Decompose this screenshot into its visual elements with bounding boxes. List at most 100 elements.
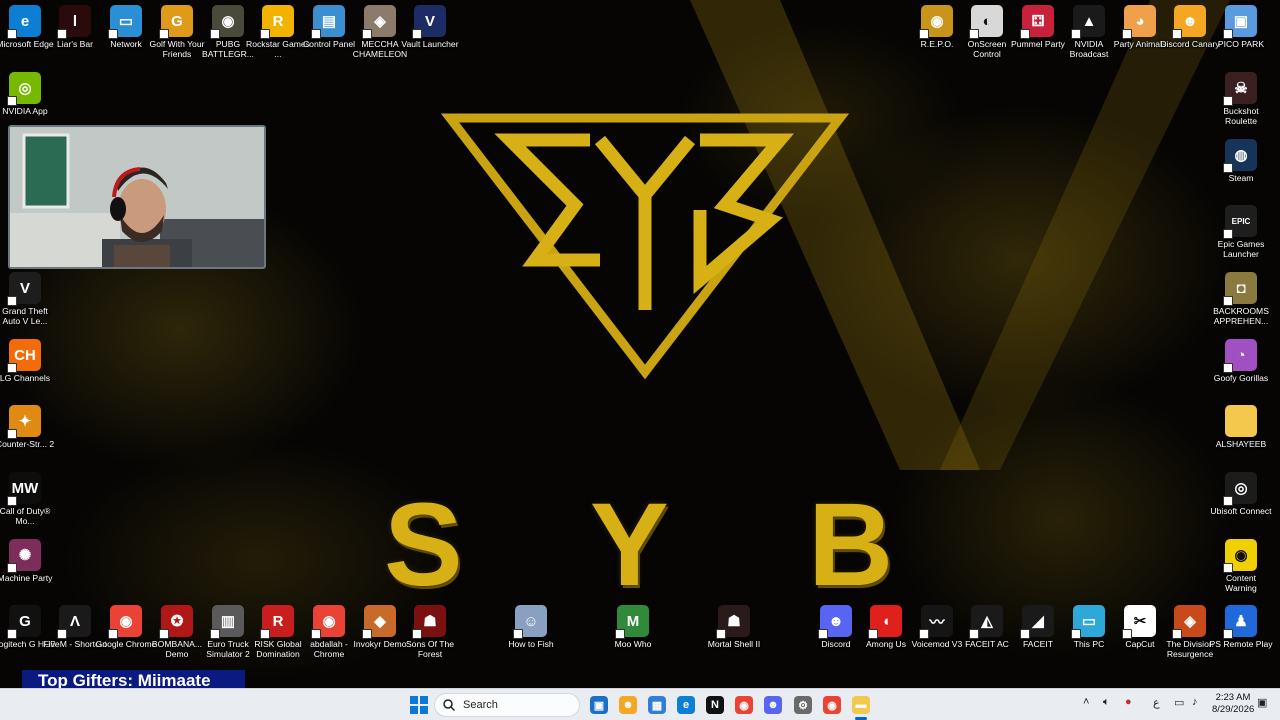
wallpaper-letter-b: B [808,479,894,611]
desktop-icon-liars-bar[interactable]: l Liar's Bar [50,5,100,67]
desktop-icon-ps-remote-play[interactable]: ♟ PS Remote Play [1209,605,1273,667]
desktop-icon-goofy-gorillas[interactable]: ◔ Goofy Gorillas [1214,339,1268,401]
desktop-icon-sons-of-the-forest[interactable]: ☗ Sons Of The Forest [405,605,455,667]
desktop-icon-division-resurgence[interactable]: ◈ The Division Resurgence [1165,605,1215,667]
netflix-button[interactable]: N [704,694,726,716]
discord-taskbar-button[interactable]: ☻ [762,694,784,716]
meccha-chameleon-icon: ◈ [362,5,396,39]
desktop-icon-how-to-fish[interactable]: ☺ How to Fish [506,605,556,667]
desktop-icon-epic-games[interactable]: EPIC Epic Games Launcher [1216,205,1266,267]
desktop-icon-discord-canary[interactable]: ☻ Discord Canary [1160,5,1220,67]
desktop-icon-mortal-shell[interactable]: ☗ Mortal Shell II [708,605,760,667]
desktop-icon-call-of-duty[interactable]: MW Call of Duty® Mo... [0,472,50,534]
clock[interactable]: 2:23 AM 8/29/2026 [1212,692,1254,716]
desktop-icon-label: Steam [1228,173,1254,183]
start-button[interactable] [408,694,430,716]
desktop-icon-label: ALSHAYEEB [1215,439,1267,449]
desktop-icon-backrooms[interactable]: ◘ BACKROOMS APPREHEN... [1213,272,1269,334]
this-pc-icon: ▭ [1071,605,1105,639]
task-view-button[interactable]: ▣ [588,694,610,716]
syb-logo [440,113,850,380]
chrome-profile-icon: ◉ [311,605,345,639]
desktop-icon-faceit-ac[interactable]: ◭ FACEIT AC [962,605,1012,667]
desktop-icon-chrome-profile[interactable]: ◉ abdallah - Chrome [304,605,354,667]
desktop-icon-fivem[interactable]: Λ FiveM - Shortcut [43,605,107,667]
desktop-icon-buckshot-roulette[interactable]: ☠ Buckshot Roulette [1216,72,1266,134]
desktop-icon-vault-launcher[interactable]: V Vault Launcher [401,5,459,67]
language-indicator[interactable]: ع [1153,696,1160,709]
desktop-icon-golf[interactable]: G Golf With Your Friends [150,5,204,67]
ubisoft-icon: ◎ [1223,472,1257,506]
chrome-profile-taskbar-button[interactable]: ◉ [821,694,843,716]
desktop-icon-steam[interactable]: ◍ Steam [1216,139,1266,201]
desktop-icon-label: Sons Of The Forest [405,639,455,659]
desktop-icon-edge[interactable]: e Microsoft Edge [0,5,54,67]
desktop-icon-meccha-chameleon[interactable]: ◈ MECCHA CHAMELEON [353,5,407,67]
buckshot-roulette-icon: ☠ [1223,72,1257,106]
faceit-ac-icon: ◭ [969,605,1003,639]
desktop-icon-label: Ubisoft Connect [1210,506,1272,516]
desktop-icon-control-panel[interactable]: ▤ Control Panel [303,5,355,67]
logitech-ghub-icon: G [7,605,41,639]
desktop-icon-among-us[interactable]: ◖ Among Us [861,605,911,667]
desktop-icon-content-warning[interactable]: ◉ Content Warning [1216,539,1266,601]
notification-bell-icon[interactable]: ▣ [1257,696,1267,709]
call-of-duty-icon: MW [7,472,41,506]
ps-remote-play-icon: ♟ [1223,605,1257,639]
desktop-icon-discord[interactable]: ☻ Discord [811,605,861,667]
desktop-icon-ubisoft[interactable]: ◎ Ubisoft Connect [1210,472,1272,534]
desktop-icon-voicemod[interactable]: 〰 Voicemod V3 [912,605,962,667]
desktop-icon-label: Mortal Shell II [707,639,761,649]
desktop-icon-counter-strike[interactable]: ✦ Counter-Str... 2 [0,405,54,467]
task-view-icon: ▣ [590,696,608,714]
file-explorer-button[interactable]: ▬ [850,694,872,716]
desktop-icon-label: Buckshot Roulette [1223,106,1259,126]
party-animals-icon: ◕ [1122,5,1156,39]
desktop-icon-faceit[interactable]: ◢ FACEIT [1013,605,1063,667]
moo-who-icon: M [615,605,649,639]
discord-canary-taskbar-icon: ☻ [619,696,637,714]
microphone-tray-icon[interactable]: ● [1125,696,1132,708]
pico-park-icon: ▣ [1223,5,1257,39]
division-resurgence-icon: ◈ [1172,605,1206,639]
desktop-icon-label: Moo Who [614,639,652,649]
desktop-icon-nvidia-broadcast[interactable]: ▲ NVIDIA Broadcast [1064,5,1114,67]
desktop-icon-rockstar[interactable]: R Rockstar Games ... [246,5,310,67]
speaker-tray-icon[interactable]: 🔈︎ [1103,696,1110,709]
desktop-icon-gta-v[interactable]: V Grand Theft Auto V Le... [0,272,50,334]
network-icon: ▭ [108,5,142,39]
desktop-icon-lg-channels[interactable]: CH LG Channels [0,339,50,401]
desktop: S Y B e Microsoft Edge l Liar's Bar ▭ Network… [0,0,1280,688]
desktop-icon-logitech-ghub[interactable]: G Logitech G HUB [0,605,56,667]
desktop-icon-bombana[interactable]: ✪ BOMBANA... Demo [152,605,202,667]
desktop-icon-moo-who[interactable]: M Moo Who [608,605,658,667]
desktop-icon-pico-park[interactable]: ▣ PICO PARK [1216,5,1266,67]
desktop-icon-network[interactable]: ▭ Network [101,5,151,67]
network-tray-icon[interactable]: ▭ [1174,696,1184,709]
volume-tray-icon[interactable]: ♪ [1192,696,1198,708]
desktop-icon-this-pc[interactable]: ▭ This PC [1064,605,1114,667]
clock-time: 2:23 AM [1215,692,1251,703]
desktop-icon-label: Content Warning [1225,573,1257,593]
desktop-icon-machine-party[interactable]: ✺ Machine Party [0,539,52,601]
desktop-icon-risk[interactable]: R RISK Global Domination [253,605,303,667]
edge-taskbar-button[interactable]: e [675,694,697,716]
desktop-icon-folder[interactable]: ALSHAYEEB [1216,405,1266,467]
top-gifters-banner: Top Gifters: Miimaate [22,670,245,688]
tray-overflow-icon[interactable]: ˄ [1083,696,1089,708]
discord-canary-taskbar-button[interactable]: ☻ [617,694,639,716]
desktop-icon-pummel-party[interactable]: ⚃ Pummel Party [1011,5,1065,67]
nvidia-app-icon: ◎ [7,72,41,106]
settings-taskbar-button[interactable]: ⚙ [792,694,814,716]
chrome-taskbar-button[interactable]: ◉ [733,694,755,716]
desktop-icon-onscreen-control[interactable]: ◐ OnScreen Control [962,5,1012,67]
discord-canary-icon: ☻ [1172,5,1206,39]
ms-store-button[interactable]: ▦ [646,694,668,716]
search-label: Search [463,699,498,711]
taskbar-search[interactable]: Search [434,693,580,717]
desktop-icon-chrome[interactable]: ◉ Google Chrome [96,605,156,667]
clock-date: 8/29/2026 [1212,704,1255,715]
ms-store-icon: ▦ [648,696,666,714]
desktop-icon-party-animals[interactable]: ◕ Party Animals [1114,5,1166,67]
gta-v-icon: V [7,272,41,306]
